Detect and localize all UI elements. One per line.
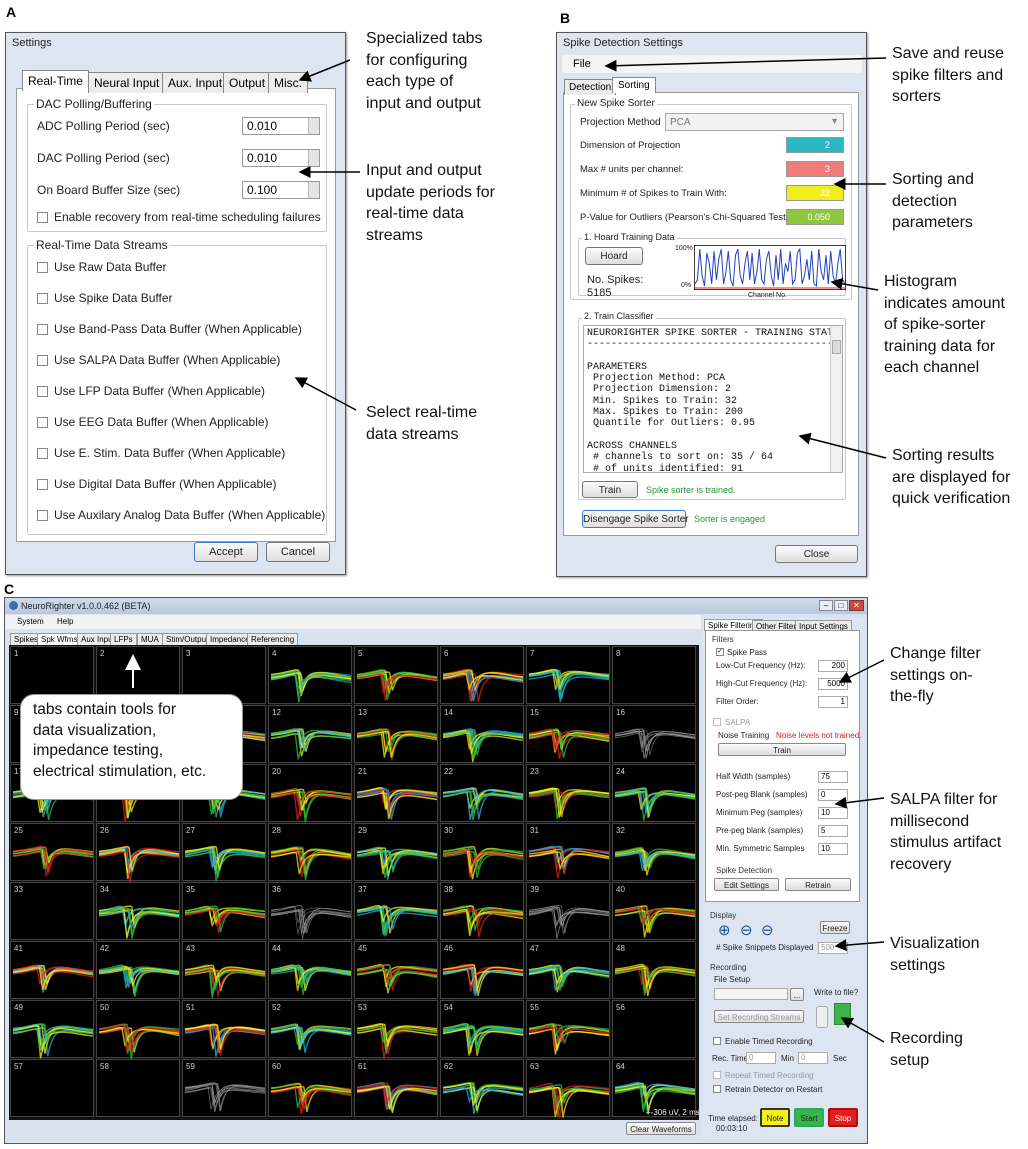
arrow-file-menu: [604, 57, 887, 72]
arrow-recording: [840, 1017, 885, 1043]
arrow-results: [798, 432, 887, 459]
arrow-salpa: [834, 796, 885, 809]
arrow-streams: [294, 377, 357, 411]
arrow-visualization: [834, 939, 885, 952]
arrow-filter: [838, 659, 885, 683]
annotation-arrows: [125, 57, 887, 1043]
arrow-histogram: [830, 277, 879, 291]
arrow-tabs: [298, 59, 351, 82]
